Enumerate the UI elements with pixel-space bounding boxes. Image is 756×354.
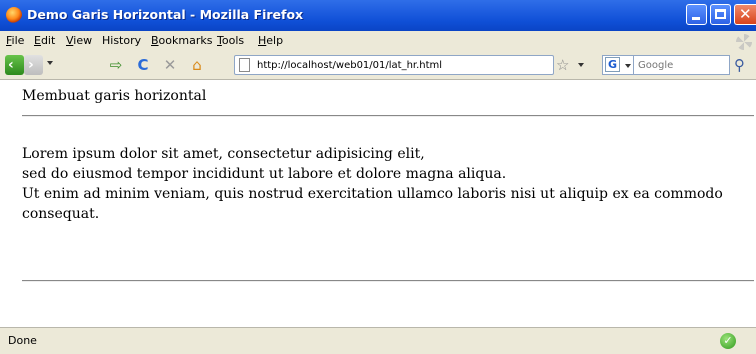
browser-window: Demo Garis Horizontal - Mozilla Firefox … xyxy=(0,0,756,354)
home-icon[interactable]: ⌂ xyxy=(187,55,207,75)
search-engine-selector[interactable]: G xyxy=(602,55,634,75)
maximize-button[interactable] xyxy=(710,4,731,25)
horizontal-rule xyxy=(22,280,754,282)
search-input[interactable] xyxy=(634,55,730,75)
bookmark-star-icon[interactable]: ☆ xyxy=(556,55,569,75)
url-input[interactable] xyxy=(257,56,547,74)
firefox-icon xyxy=(6,7,22,23)
menu-bookmarks[interactable]: Bookmarks xyxy=(151,34,212,47)
navigation-toolbar: ‹ › ⇨ C ✕ ⌂ ☆ G ⚲ xyxy=(0,52,756,80)
paragraph-line: Ut enim ad minim veniam, quis nostrud ex… xyxy=(22,186,723,202)
page-icon xyxy=(239,58,250,72)
menu-view[interactable]: View xyxy=(66,34,92,47)
paragraph-line: consequat. xyxy=(22,206,100,222)
menu-bar: File Edit View History Bookmarks Tools H… xyxy=(0,31,756,52)
lorem-paragraph: Lorem ipsum dolor sit amet, consectetur … xyxy=(22,144,752,224)
menu-edit[interactable]: Edit xyxy=(34,34,55,47)
reload-icon[interactable]: C xyxy=(133,55,153,75)
stop-icon[interactable]: ✕ xyxy=(160,55,180,75)
page-content: Membuat garis horizontal Lorem ipsum dol… xyxy=(0,80,756,326)
minimize-button[interactable] xyxy=(686,4,707,25)
back-arrow-icon: ‹ xyxy=(8,57,14,73)
title-bar: Demo Garis Horizontal - Mozilla Firefox … xyxy=(0,0,756,31)
status-bar: Done ✓ xyxy=(0,327,756,354)
page-heading: Membuat garis horizontal xyxy=(22,88,207,104)
close-button[interactable]: ✕ xyxy=(734,4,756,25)
throbber-icon xyxy=(736,34,752,50)
history-dropdown-icon[interactable] xyxy=(47,61,53,65)
forward-button[interactable]: › xyxy=(24,55,43,75)
menu-history[interactable]: History xyxy=(102,34,141,47)
rss-icon[interactable]: ⇨ xyxy=(106,55,126,75)
forward-arrow-icon: › xyxy=(28,57,34,73)
horizontal-rule xyxy=(22,115,754,117)
minimize-icon xyxy=(692,17,700,20)
window-title: Demo Garis Horizontal - Mozilla Firefox xyxy=(27,7,304,22)
google-icon: G xyxy=(605,57,620,72)
close-icon: ✕ xyxy=(739,5,752,23)
status-ok-icon: ✓ xyxy=(720,333,736,349)
menu-tools[interactable]: Tools xyxy=(217,34,244,47)
paragraph-line: sed do eiusmod tempor incididunt ut labo… xyxy=(22,166,507,182)
menu-help[interactable]: Help xyxy=(258,34,283,47)
maximize-icon xyxy=(715,9,726,19)
url-dropdown-icon[interactable] xyxy=(578,63,584,67)
search-icon[interactable]: ⚲ xyxy=(734,55,745,75)
address-bar[interactable] xyxy=(234,55,554,75)
engine-dropdown-icon xyxy=(625,64,631,68)
menu-file[interactable]: File xyxy=(6,34,24,47)
status-text: Done xyxy=(8,334,37,347)
back-button[interactable]: ‹ xyxy=(5,55,24,75)
paragraph-line: Lorem ipsum dolor sit amet, consectetur … xyxy=(22,146,425,162)
